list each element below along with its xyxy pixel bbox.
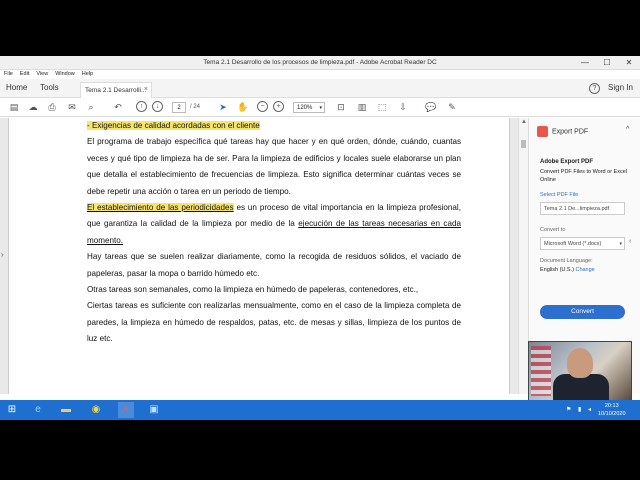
section-heading: - Exigencias de calidad acordadas con el… bbox=[87, 121, 260, 130]
page-content: - Exigencias de calidad acordadas con el… bbox=[87, 118, 461, 348]
document-tab-label: Tema 2.1 Desarrolli... bbox=[85, 87, 147, 94]
scroll-up-icon[interactable]: ▲ bbox=[521, 119, 527, 125]
webcam-overlay bbox=[528, 341, 632, 401]
window-title: Tema 2.1 Desarrollo de los procesos de l… bbox=[203, 59, 437, 66]
presenter-body bbox=[553, 374, 609, 400]
panel-arrow-icon[interactable]: ‹ bbox=[629, 238, 631, 245]
menu-window[interactable]: Window bbox=[55, 70, 75, 79]
scroll-mode-icon[interactable]: ▥ bbox=[356, 101, 368, 113]
zoom-in-icon[interactable]: + bbox=[273, 101, 284, 112]
paragraph-4: Otras tareas son semanales, como la limp… bbox=[87, 285, 419, 295]
paragraph-3: Hay tareas que se suelen realizar diaria… bbox=[87, 252, 461, 278]
pdf-page: - Exigencias de calidad acordadas con el… bbox=[8, 118, 510, 394]
page-total: / 24 bbox=[190, 104, 201, 110]
scroll-thumb[interactable] bbox=[521, 140, 526, 148]
presenter-face bbox=[567, 348, 593, 378]
screen: Tema 2.1 Desarrollo de los procesos de l… bbox=[0, 56, 640, 420]
select-cursor-icon[interactable]: ➤ bbox=[217, 101, 229, 113]
comment-icon[interactable]: 💬 bbox=[425, 101, 437, 113]
menu-help[interactable]: Help bbox=[82, 70, 93, 79]
close-button[interactable]: ✕ bbox=[618, 56, 640, 70]
chrome-icon[interactable]: ◉ bbox=[88, 402, 104, 418]
background-shelf bbox=[531, 346, 551, 396]
help-icon[interactable]: ? bbox=[589, 83, 600, 94]
file-explorer-icon[interactable]: ▬ bbox=[58, 402, 74, 418]
hand-icon[interactable]: ✋ bbox=[237, 101, 249, 113]
maximize-button[interactable]: ☐ bbox=[596, 56, 618, 70]
select-pdf-label: Select PDF File bbox=[540, 192, 579, 198]
language-row: English (U.S.) Change bbox=[540, 267, 595, 273]
read-mode-icon[interactable]: ⬚ bbox=[376, 101, 388, 113]
title-bar: Tema 2.1 Desarrollo de los procesos de l… bbox=[0, 56, 640, 70]
close-tab-icon[interactable]: × bbox=[144, 86, 148, 93]
download-icon[interactable]: ⇩ bbox=[397, 101, 409, 113]
email-icon[interactable]: ✉ bbox=[66, 101, 78, 113]
network-icon[interactable]: ▮ bbox=[578, 406, 581, 413]
minimize-button[interactable]: — bbox=[574, 56, 596, 70]
fit-page-icon[interactable]: ⊡ bbox=[335, 101, 347, 113]
chevron-down-icon: ▾ bbox=[619, 241, 622, 247]
taskbar: ⊞ e ▬ ◉ ⋏ ▣ ⚑ ▮ ◂ 20:13 10/10/2020 bbox=[0, 400, 640, 420]
sign-in-link[interactable]: Sign In bbox=[608, 83, 633, 92]
menu-file[interactable]: File bbox=[4, 70, 13, 79]
panel-section-title: Adobe Export PDF bbox=[540, 159, 594, 165]
format-value: Microsoft Word (*.docx) bbox=[544, 241, 602, 247]
paragraph-5: Ciertas tareas es suficiente con realiza… bbox=[87, 301, 461, 344]
next-page-icon[interactable]: ↓ bbox=[152, 101, 163, 112]
toolbar: ▤ ☁ ⎙ ✉ ⌕ ↶ ↑ ↓ 2 / 24 ➤ ✋ − + 120% ▾ ⊡ ▥… bbox=[0, 98, 640, 117]
clock-time: 20:13 bbox=[604, 403, 619, 409]
print-icon[interactable]: ⎙ bbox=[46, 101, 58, 113]
highlighted-phrase: El establecimiento de las periodicidades bbox=[87, 203, 234, 213]
change-language-link[interactable]: Change bbox=[575, 267, 594, 273]
language-label: Document Language: bbox=[540, 258, 593, 264]
selected-file-field[interactable]: Tema 2.1 De...limpieza.pdf bbox=[540, 202, 625, 215]
export-pdf-icon bbox=[537, 126, 548, 137]
document-viewer[interactable]: › - Exigencias de calidad acordadas con … bbox=[0, 118, 518, 394]
panel-description: Convert PDF Files to Word or Excel Onlin… bbox=[540, 169, 628, 183]
flag-icon[interactable]: ⚑ bbox=[566, 406, 571, 413]
paragraph-1: El programa de trabajo específica qué ta… bbox=[87, 137, 461, 196]
camera-app-icon[interactable]: ▣ bbox=[146, 402, 162, 418]
convert-button[interactable]: Convert bbox=[540, 305, 625, 319]
convert-to-label: Convert to bbox=[540, 227, 566, 233]
chevron-down-icon: ▾ bbox=[319, 105, 322, 111]
paragraph-2: El establecimiento de las periodicidades… bbox=[87, 200, 461, 249]
clock[interactable]: 20:13 10/10/2020 bbox=[598, 402, 626, 418]
tab-row: Home Tools Tema 2.1 Desarrolli... × ? Si… bbox=[0, 79, 640, 98]
format-dropdown[interactable]: Microsoft Word (*.docx) ▾ bbox=[540, 237, 625, 250]
rotate-icon[interactable]: ↶ bbox=[112, 101, 124, 113]
highlight-pen-icon[interactable]: ✎ bbox=[446, 101, 458, 113]
search-icon[interactable]: ⌕ bbox=[85, 101, 97, 113]
zoom-value: 120% bbox=[297, 105, 313, 111]
zoom-dropdown[interactable]: 120% ▾ bbox=[293, 102, 325, 113]
vertical-scrollbar[interactable]: ▲ bbox=[518, 118, 528, 394]
volume-icon[interactable]: ◂ bbox=[588, 406, 591, 413]
menu-view[interactable]: View bbox=[36, 70, 48, 79]
menu-bar: File Edit View Window Help bbox=[0, 70, 640, 79]
clock-date: 10/10/2020 bbox=[598, 411, 626, 417]
previous-page-icon[interactable]: ↑ bbox=[136, 101, 147, 112]
zoom-out-icon[interactable]: − bbox=[257, 101, 268, 112]
windows-start-icon[interactable]: ⊞ bbox=[4, 402, 20, 418]
internet-explorer-icon[interactable]: e bbox=[30, 402, 46, 418]
upload-icon[interactable]: ☁ bbox=[27, 101, 39, 113]
tools-tab[interactable]: Tools bbox=[40, 83, 59, 92]
export-pdf-header[interactable]: Export PDF bbox=[537, 126, 588, 137]
collapse-panel-icon[interactable]: ^ bbox=[626, 126, 629, 133]
left-panel-toggle-icon[interactable]: › bbox=[1, 250, 4, 259]
save-icon[interactable]: ▤ bbox=[8, 101, 20, 113]
document-tab[interactable]: Tema 2.1 Desarrolli... × bbox=[80, 82, 152, 98]
export-pdf-title: Export PDF bbox=[552, 128, 589, 136]
menu-edit[interactable]: Edit bbox=[20, 70, 29, 79]
language-value: English (U.S.) bbox=[540, 267, 574, 273]
home-tab[interactable]: Home bbox=[6, 83, 27, 92]
acrobat-icon[interactable]: ⋏ bbox=[118, 402, 134, 418]
page-number-input[interactable]: 2 bbox=[172, 102, 186, 113]
